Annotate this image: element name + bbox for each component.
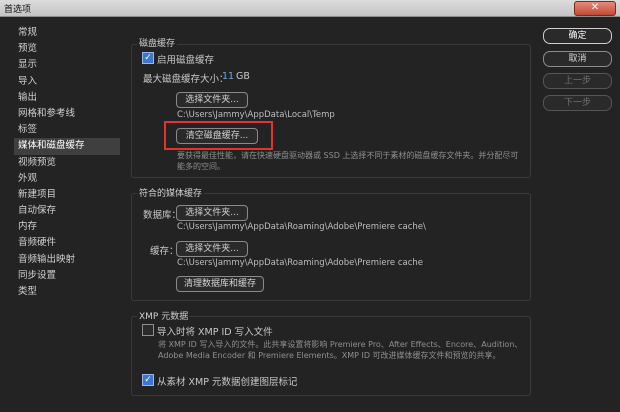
sidebar-item[interactable]: 类型: [14, 284, 120, 300]
previous-button[interactable]: 上一步: [543, 73, 612, 89]
disk-cache-folder-path: C:\Users\Jammy\AppData\Local\Temp: [177, 110, 335, 120]
sidebar-item[interactable]: 标签: [14, 122, 120, 138]
media-cache-files-label: 缓存：: [150, 246, 179, 257]
next-button[interactable]: 下一步: [543, 95, 612, 111]
sidebar-item[interactable]: 内存: [14, 219, 120, 235]
sidebar-item[interactable]: 音频硬件: [14, 235, 120, 251]
highlight-box: [164, 121, 273, 150]
sidebar-item[interactable]: 新建项目: [14, 187, 120, 203]
disk-cache-group-label: 磁盘缓存: [137, 36, 178, 49]
enable-disk-cache-checkbox[interactable]: ✓: [142, 52, 154, 64]
xmp-metadata-group-label: XMP 元数据: [137, 309, 191, 322]
media-cache-group-label: 符合的媒体缓存: [137, 186, 205, 199]
ok-button[interactable]: 确定: [543, 28, 612, 44]
create-layer-markers-checkbox[interactable]: ✓: [142, 374, 154, 386]
window-title: 首选项: [4, 5, 32, 15]
clean-database-and-cache-button[interactable]: 清理数据库和缓存: [176, 276, 264, 292]
sidebar-item[interactable]: 显示: [14, 57, 120, 73]
preferences-category-list: 常规 预览 显示 导入 输出 网格和参考线 标签 媒体和磁盘缓存 视频预览 外观 新建项目 自动保存内…: [14, 25, 120, 409]
sidebar-item[interactable]: 自动保存: [14, 203, 120, 219]
sidebar-item[interactable]: 音频输出映射: [14, 252, 120, 268]
close-button[interactable]: ✕: [574, 1, 616, 16]
sidebar-item[interactable]: 视频预览: [14, 155, 120, 171]
title-bar: 首选项 ✕: [0, 0, 620, 17]
cache-folder-path: C:\Users\Jammy\AppData\Roaming\Adobe\Pre…: [177, 258, 424, 268]
sidebar-item[interactable]: 常规: [14, 25, 120, 41]
database-choose-folder-button[interactable]: 选择文件夹...: [176, 205, 248, 221]
enable-disk-cache-label: 启用磁盘缓存: [157, 55, 215, 66]
cache-choose-folder-button[interactable]: 选择文件夹...: [176, 241, 248, 257]
sidebar-item[interactable]: 同步设置: [14, 268, 120, 284]
max-cache-size-value[interactable]: 11: [222, 71, 234, 82]
close-icon: ✕: [590, 2, 600, 13]
sidebar-item[interactable]: 媒体和磁盘缓存: [14, 138, 120, 155]
write-xmp-id-label: 导入时将 XMP ID 写入文件: [157, 327, 273, 338]
disk-cache-choose-folder-button[interactable]: 选择文件夹...: [176, 92, 248, 108]
disk-cache-note: 要获得最佳性能，请在快速硬盘驱动器或 SSD 上选择不同于素材的磁盘缓存文件夹。…: [177, 151, 519, 171]
cancel-button[interactable]: 取消: [543, 51, 612, 67]
max-cache-size-label: 最大磁盘缓存大小：: [143, 74, 229, 85]
xmp-note: 将 XMP ID 写入导入的文件。此共享设置将影响 Premiere Pro、A…: [158, 340, 523, 360]
write-xmp-id-checkbox[interactable]: [142, 324, 154, 336]
sidebar-item[interactable]: 输出: [14, 90, 120, 106]
sidebar-item[interactable]: 导入: [14, 74, 120, 90]
create-layer-markers-label: 从素材 XMP 元数据创建图层标记: [157, 377, 298, 388]
database-folder-path: C:\Users\Jammy\AppData\Roaming\Adobe\Pre…: [177, 222, 426, 232]
max-cache-size-unit: GB: [236, 71, 250, 82]
sidebar-item[interactable]: 外观: [14, 171, 120, 187]
sidebar-item[interactable]: 网格和参考线: [14, 106, 120, 122]
sidebar-item[interactable]: 预览: [14, 41, 120, 57]
